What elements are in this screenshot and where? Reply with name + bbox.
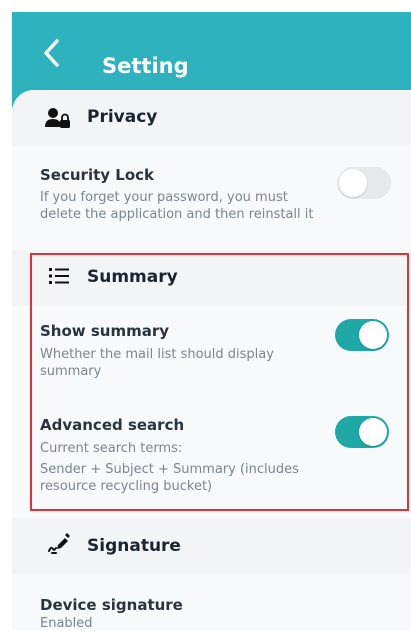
user-lock-icon (45, 108, 70, 128)
device-signature-status: Enabled (40, 616, 93, 631)
back-chevron-icon[interactable] (40, 38, 64, 68)
page-title: Setting (102, 54, 189, 78)
privacy-section-header: Privacy (12, 90, 411, 146)
device-signature-title: Device signature (40, 596, 183, 614)
security-lock-description-line2: delete the application and then reinstal… (40, 207, 314, 222)
signature-section-title: Signature (87, 536, 181, 556)
pen-signature-icon (48, 533, 70, 554)
security-lock-toggle[interactable] (337, 167, 391, 199)
app-header: Setting (12, 12, 411, 90)
security-lock-description-line1: If you forget your password, you must (40, 190, 288, 205)
signature-section-header: Signature (12, 518, 411, 574)
security-lock-title: Security Lock (40, 166, 154, 184)
privacy-section-title: Privacy (87, 107, 158, 127)
summary-highlight-frame (30, 253, 409, 511)
toggle-knob (339, 169, 367, 197)
